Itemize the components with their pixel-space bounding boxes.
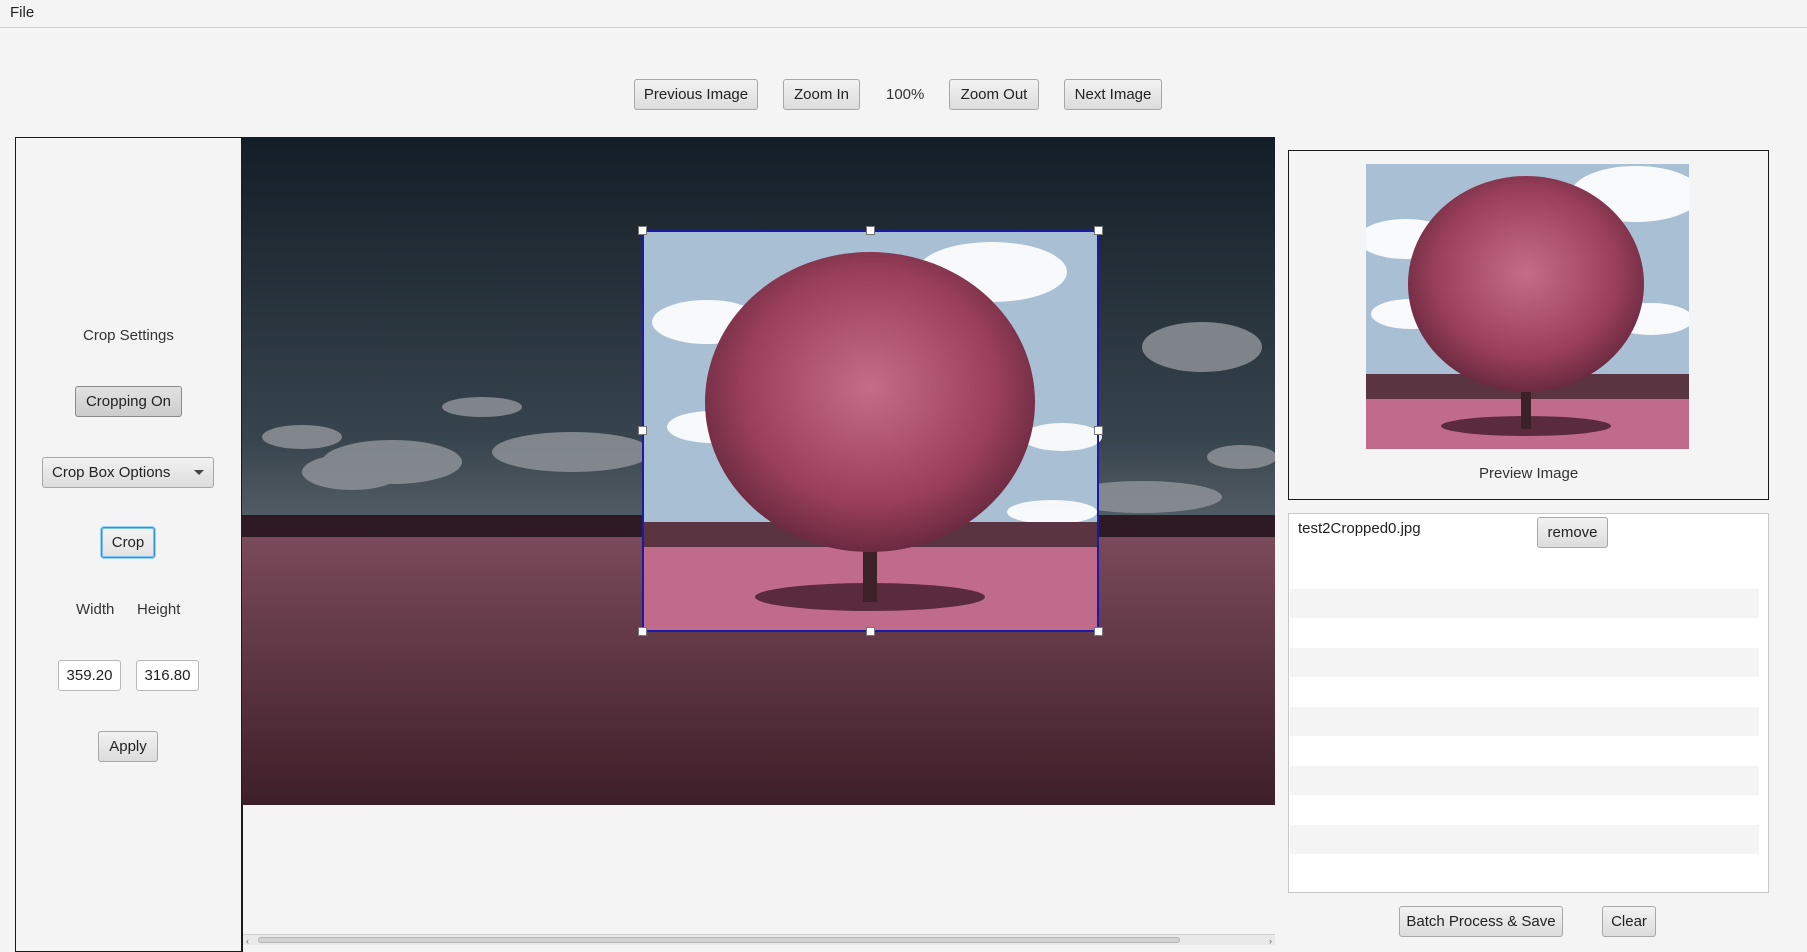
- width-label: Width: [76, 601, 115, 618]
- crop-handle-left[interactable]: [638, 426, 647, 435]
- crop-box[interactable]: [642, 230, 1099, 632]
- file-list[interactable]: [1288, 513, 1769, 893]
- crop-handle-top-right[interactable]: [1094, 226, 1103, 235]
- width-input[interactable]: [58, 660, 121, 691]
- clear-button[interactable]: Clear: [1602, 906, 1656, 937]
- apply-button[interactable]: Apply: [98, 731, 158, 762]
- zoom-level: 100%: [886, 86, 925, 103]
- scroll-left-icon[interactable]: ‹: [246, 936, 249, 946]
- menu-bar: File: [0, 0, 1807, 28]
- horizontal-scrollbar[interactable]: ‹ ›: [243, 934, 1275, 946]
- preview-caption: Preview Image: [1479, 465, 1579, 482]
- cropping-toggle-button[interactable]: Cropping On: [75, 386, 182, 417]
- zoom-in-button[interactable]: Zoom In: [783, 79, 860, 110]
- crop-box-options-label: Crop Box Options: [52, 464, 171, 481]
- next-image-button[interactable]: Next Image: [1064, 79, 1162, 110]
- chevron-down-icon: [194, 470, 204, 475]
- height-label: Height: [137, 601, 181, 618]
- crop-handle-top-left[interactable]: [638, 226, 647, 235]
- crop-handle-bottom-right[interactable]: [1094, 627, 1103, 636]
- crop-box-options-dropdown[interactable]: Crop Box Options: [42, 457, 214, 488]
- scrollbar-thumb[interactable]: [258, 937, 1180, 943]
- previous-image-button[interactable]: Previous Image: [634, 79, 758, 110]
- height-input[interactable]: [136, 660, 199, 691]
- crop-button[interactable]: Crop: [101, 527, 155, 558]
- batch-process-save-button[interactable]: Batch Process & Save: [1399, 906, 1563, 937]
- crop-handle-top[interactable]: [866, 226, 875, 235]
- file-name: test2Cropped0.jpg: [1298, 520, 1421, 537]
- crop-handle-bottom[interactable]: [866, 627, 875, 636]
- crop-handle-bottom-left[interactable]: [638, 627, 647, 636]
- list-item[interactable]: test2Cropped0.jpg remove: [1289, 514, 1768, 558]
- crop-settings-title: Crop Settings: [83, 327, 174, 344]
- zoom-out-button[interactable]: Zoom Out: [949, 79, 1039, 110]
- scroll-right-icon[interactable]: ›: [1269, 936, 1272, 946]
- menu-file[interactable]: File: [10, 4, 34, 21]
- preview-image: [1366, 164, 1689, 449]
- crop-handle-right[interactable]: [1094, 426, 1103, 435]
- remove-button[interactable]: remove: [1537, 517, 1608, 548]
